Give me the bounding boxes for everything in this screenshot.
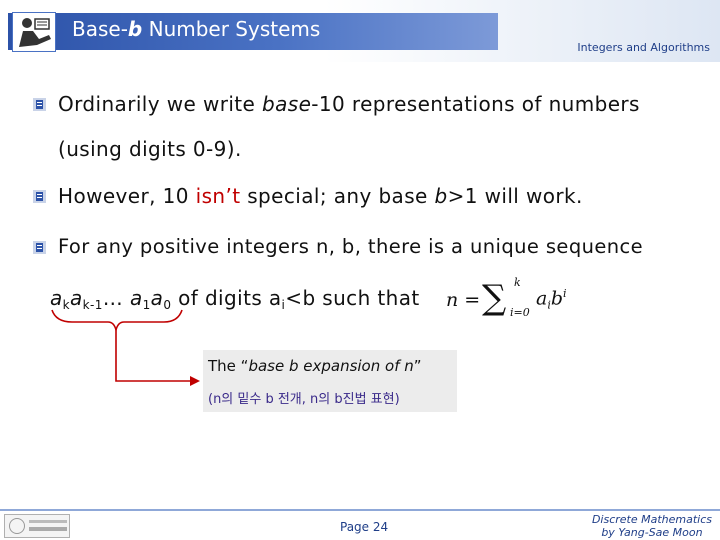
university-logo-icon xyxy=(4,514,70,538)
course-author: by Yang-Sae Moon xyxy=(601,526,703,539)
footer-divider xyxy=(0,509,720,511)
page-number: Page 24 xyxy=(340,520,389,534)
footer-page-box xyxy=(266,514,516,540)
course-title: Discrete Mathematics xyxy=(591,513,712,526)
callout-korean-note: (n의 밑수 b 전개, n의 b진법 표현) xyxy=(208,392,400,407)
brace-arrow xyxy=(51,309,200,386)
callout-title: The “base b expansion of n” xyxy=(208,357,422,375)
course-credit: Discrete Mathematics by Yang-Sae Moon xyxy=(592,513,712,539)
